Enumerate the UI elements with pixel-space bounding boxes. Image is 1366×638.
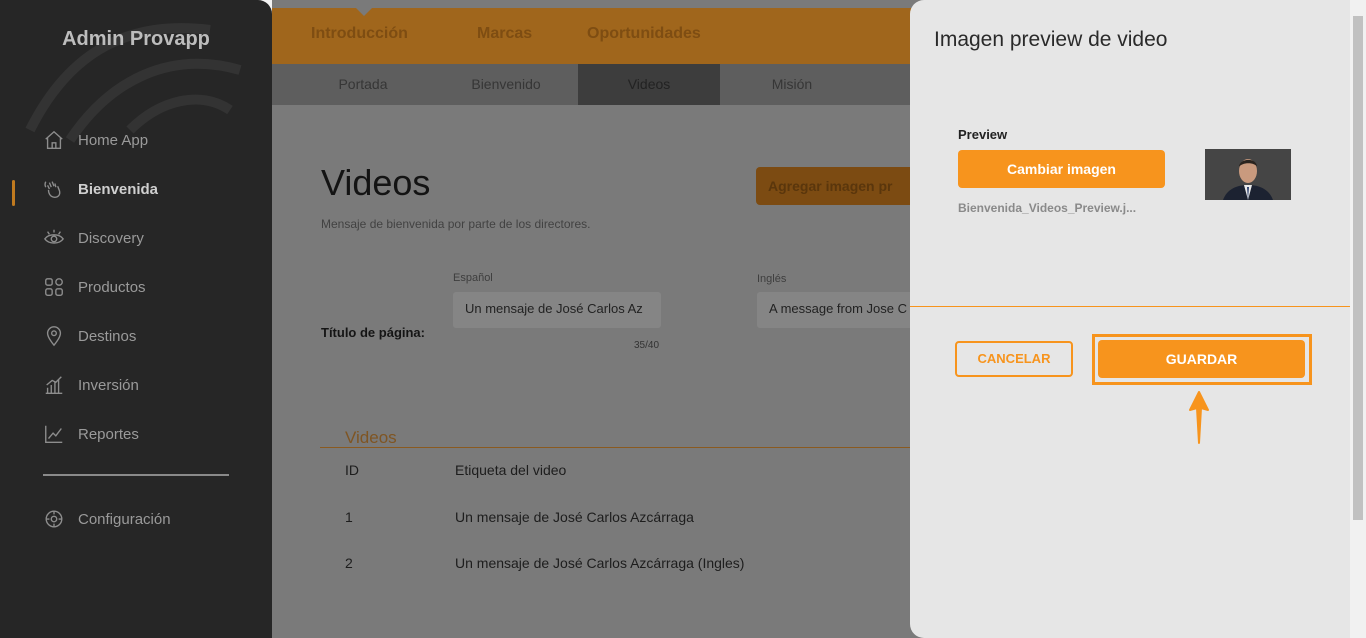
sidebar-item-label: Discovery: [78, 229, 144, 247]
panel-title: Imagen preview de video: [934, 28, 1168, 51]
sidebar-item-label: Reportes: [78, 425, 139, 443]
sidebar-item-home-app[interactable]: Home App: [42, 125, 148, 155]
spanish-label: Español: [453, 272, 493, 284]
table-cell-id: 1: [345, 509, 353, 525]
table-cell-label[interactable]: Un mensaje de José Carlos Azcárraga (Ing…: [455, 555, 744, 571]
change-image-button[interactable]: Cambiar imagen: [958, 150, 1165, 188]
cancel-button[interactable]: CANCELAR: [955, 341, 1073, 377]
subtab-videos[interactable]: Videos: [578, 64, 720, 105]
sidebar-item-label: Destinos: [78, 327, 137, 345]
sidebar-item-label: Inversión: [78, 376, 139, 394]
sidebar-item-destinos[interactable]: Destinos: [42, 321, 136, 351]
tab-marcas[interactable]: Marcas: [477, 25, 532, 43]
videos-section-title: Videos: [345, 428, 397, 447]
save-button[interactable]: GUARDAR: [1098, 340, 1305, 378]
home-icon: [42, 128, 66, 152]
eye-icon: [42, 226, 66, 250]
page-scrollbar[interactable]: [1350, 0, 1366, 638]
sidebar-item-discovery[interactable]: Discovery: [42, 223, 144, 253]
preview-label: Preview: [958, 127, 1008, 142]
subtab-mision[interactable]: Misión: [721, 64, 863, 105]
table-header-label: Etiqueta del video: [455, 462, 567, 478]
arrow-up-icon: [1189, 391, 1209, 444]
app-brand-title: Admin Provapp: [62, 28, 210, 50]
map-pin-icon: [42, 324, 66, 348]
subtab-bienvenido[interactable]: Bienvenido: [435, 64, 577, 105]
active-tab-caret: [355, 7, 373, 16]
file-name: Bienvenida_Videos_Preview.j...: [958, 201, 1137, 215]
sidebar-item-label: Productos: [78, 278, 146, 296]
gear-icon: [42, 507, 66, 531]
sidebar-item-bienvenida[interactable]: Bienvenida: [42, 174, 158, 204]
bar-chart-icon: [42, 373, 66, 397]
panel-divider: [910, 306, 1350, 307]
sidebar-item-reportes[interactable]: Reportes: [42, 419, 139, 449]
trend-chart-icon: [42, 422, 66, 446]
table-header-id: ID: [345, 462, 359, 478]
table-cell-label[interactable]: Un mensaje de José Carlos Azcárraga: [455, 509, 694, 525]
tab-oportunidades[interactable]: Oportunidades: [587, 25, 701, 43]
sidebar-item-label: Bienvenida: [78, 180, 159, 198]
grid-icon: [42, 275, 66, 299]
sidebar-item-inversion[interactable]: Inversión: [42, 370, 139, 400]
table-cell-id: 2: [345, 555, 353, 571]
page-subtitle: Mensaje de bienvenida por parte de los d…: [321, 217, 591, 231]
page-title-label: Título de página:: [321, 325, 425, 340]
tab-introduccion[interactable]: Introducción: [311, 25, 408, 43]
page-title: Videos: [321, 162, 431, 203]
active-indicator: [12, 180, 15, 206]
sidebar-item-label: Home App: [78, 131, 149, 149]
scrollbar-thumb[interactable]: [1353, 16, 1363, 520]
char-counter: 35/40: [634, 340, 660, 351]
wave-hand-icon: [42, 177, 66, 201]
spanish-title-input[interactable]: Un mensaje de José Carlos Az: [453, 292, 661, 328]
sidebar-divider: [43, 474, 229, 476]
image-preview-panel: Imagen preview de video Preview Cambiar …: [910, 0, 1350, 638]
sidebar-item-configuracion[interactable]: Configuración: [42, 504, 171, 534]
sidebar-item-productos[interactable]: Productos: [42, 272, 146, 302]
preview-thumbnail: [1205, 149, 1291, 200]
english-label: Inglés: [757, 273, 787, 285]
section-divider: [320, 447, 960, 448]
english-title-input[interactable]: A message from Jose C: [757, 292, 917, 328]
sidebar: Admin Provapp Home App Bienvenida Discov…: [0, 0, 272, 638]
sidebar-item-label: Configuración: [78, 510, 171, 528]
subtab-portada[interactable]: Portada: [292, 64, 434, 105]
